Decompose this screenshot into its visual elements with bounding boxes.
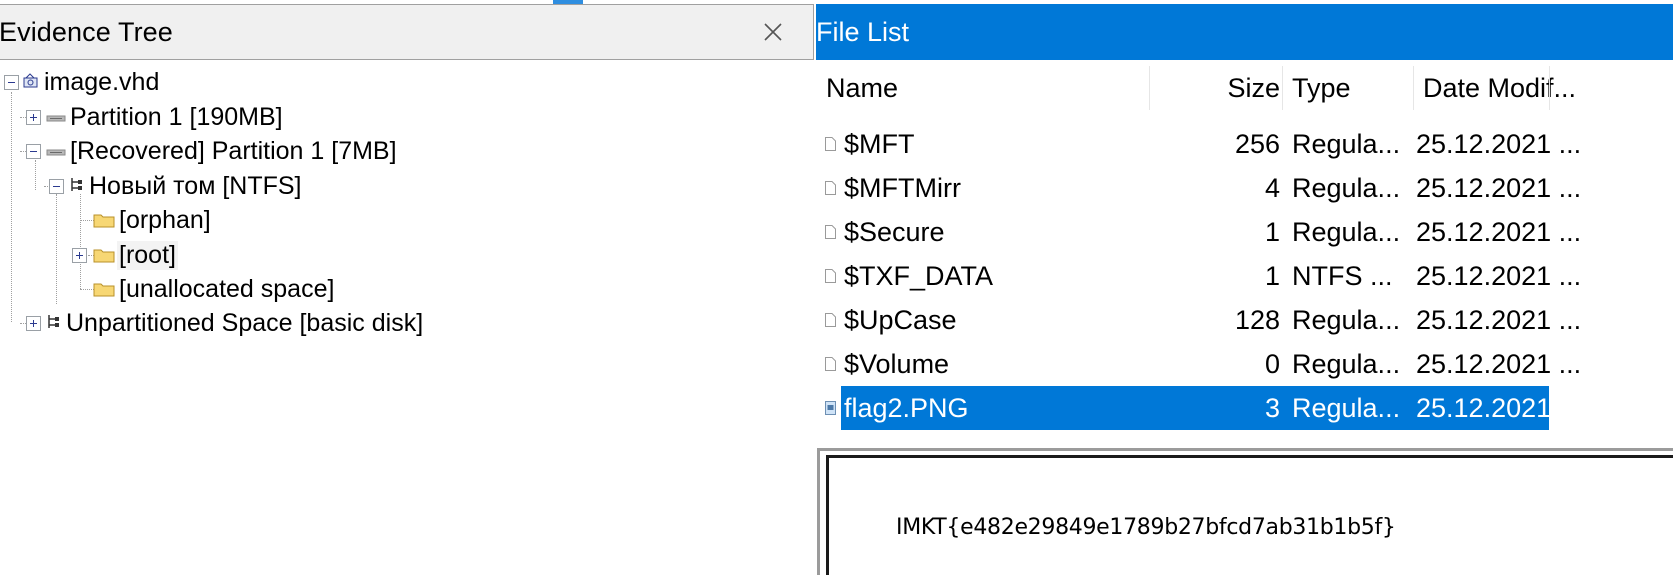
tree-node-image-vhd[interactable]: image.vhd	[22, 65, 159, 99]
file-size: 1	[1264, 216, 1280, 247]
column-divider[interactable]	[1282, 66, 1283, 110]
file-icon	[825, 269, 836, 283]
table-row-selected[interactable]: flag2.PNG 3 Regula... 25.12.2021 ...	[816, 386, 1581, 430]
file-type: Regula...	[1292, 392, 1401, 423]
tree-connector	[80, 289, 94, 290]
file-date: 25.12.2021 ...	[1416, 348, 1582, 379]
file-size: 1	[1264, 260, 1280, 291]
file-size: 0	[1264, 348, 1280, 379]
file-name: $Secure	[844, 216, 945, 247]
file-size: 4	[1264, 172, 1280, 203]
tree-node-orphan[interactable]: [orphan]	[93, 203, 211, 237]
table-row[interactable]: $MFT 256 Regula... 25.12.2021 ...	[816, 122, 1581, 166]
file-type: Regula...	[1292, 348, 1401, 379]
close-icon[interactable]	[759, 18, 787, 46]
file-date: 25.12.2021 ...	[1416, 392, 1582, 423]
file-icon	[825, 225, 836, 239]
file-icon	[825, 313, 836, 327]
expand-toggle[interactable]	[26, 110, 41, 125]
tree-connector	[80, 220, 94, 221]
image-file-icon	[825, 401, 836, 415]
file-type: Regula...	[1292, 128, 1401, 159]
column-header-date[interactable]: Date Modif...	[1423, 66, 1576, 110]
evidence-tree-pane: Evidence Tree image.vhd Partition 1 [190…	[0, 4, 816, 575]
preview-flag-text: IMKT{e482e29849e1789b27bfcd7ab31b1b5f}	[896, 515, 1396, 540]
image-preview-pane: IMKT{e482e29849e1789b27bfcd7ab31b1b5f}	[817, 448, 1673, 575]
tree-connector	[80, 194, 81, 289]
tree-connector	[56, 194, 57, 304]
table-row[interactable]: $TXF_DATA 1 NTFS ... 25.12.2021 ...	[816, 254, 1581, 298]
file-size: 128	[1234, 304, 1280, 335]
collapse-toggle[interactable]	[49, 179, 64, 194]
file-name: $MFT	[844, 128, 915, 159]
column-divider[interactable]	[1549, 66, 1550, 110]
file-name: $UpCase	[844, 304, 957, 335]
file-date: 25.12.2021 ...	[1416, 216, 1582, 247]
partition-icon	[46, 137, 66, 166]
file-name: $MFTMirr	[844, 172, 961, 203]
evidence-tree-title: Evidence Tree	[0, 16, 173, 47]
file-icon	[825, 181, 836, 195]
file-type: NTFS ...	[1292, 260, 1393, 291]
file-icon	[825, 137, 836, 151]
expand-toggle[interactable]	[26, 316, 41, 331]
folder-icon	[93, 275, 115, 304]
volume-icon	[69, 172, 85, 201]
folder-icon	[93, 206, 115, 235]
file-name: $Volume	[844, 348, 950, 379]
file-name: flag2.PNG	[844, 392, 969, 423]
column-header-type[interactable]: Type	[1292, 66, 1351, 110]
disk-image-icon	[22, 68, 40, 97]
collapse-toggle[interactable]	[26, 144, 41, 159]
tree-node-ntfs-volume[interactable]: Новый том [NTFS]	[69, 169, 302, 203]
file-size: 256	[1234, 128, 1280, 159]
file-date: 25.12.2021 ...	[1416, 260, 1582, 291]
preview-frame: IMKT{e482e29849e1789b27bfcd7ab31b1b5f}	[826, 455, 1673, 575]
column-divider[interactable]	[1413, 66, 1414, 110]
volume-icon	[46, 309, 62, 338]
partition-icon	[46, 103, 66, 132]
collapse-toggle[interactable]	[4, 75, 19, 90]
file-type: Regula...	[1292, 304, 1401, 335]
tree-node-root[interactable]: [root]	[93, 238, 178, 272]
file-type: Regula...	[1292, 172, 1401, 203]
evidence-tree-header: Evidence Tree	[0, 4, 814, 60]
file-date: 25.12.2021 ...	[1416, 304, 1582, 335]
file-size: 3	[1264, 392, 1280, 423]
table-row[interactable]: $Volume 0 Regula... 25.12.2021 ...	[816, 342, 1581, 386]
file-name: $TXF_DATA	[844, 260, 994, 291]
file-icon	[825, 357, 836, 371]
tree-connector	[11, 92, 12, 322]
column-header-name[interactable]: Name	[826, 66, 898, 110]
expand-toggle[interactable]	[72, 248, 87, 263]
file-date: 25.12.2021 ...	[1416, 172, 1582, 203]
file-list-header: File List	[816, 4, 1673, 60]
file-type: Regula...	[1292, 216, 1401, 247]
table-row[interactable]: $Secure 1 Regula... 25.12.2021 ...	[816, 210, 1581, 254]
tree-node-unpartitioned-space[interactable]: Unpartitioned Space [basic disk]	[46, 306, 423, 340]
table-row[interactable]: $UpCase 128 Regula... 25.12.2021 ...	[816, 298, 1581, 342]
folder-icon	[93, 241, 115, 270]
file-list-title: File List	[816, 16, 910, 47]
tree-node-recovered-partition[interactable]: [Recovered] Partition 1 [7MB]	[46, 134, 397, 168]
tree-node-unallocated-space[interactable]: [unallocated space]	[93, 272, 334, 306]
column-header-size[interactable]: Size	[1150, 66, 1280, 110]
tree-connector	[35, 160, 36, 190]
evidence-tree: image.vhd Partition 1 [190MB] [Recovered…	[0, 64, 816, 564]
file-date: 25.12.2021 ...	[1416, 128, 1582, 159]
table-row[interactable]: $MFTMirr 4 Regula... 25.12.2021 ...	[816, 166, 1581, 210]
tree-node-partition-1[interactable]: Partition 1 [190MB]	[46, 100, 283, 134]
